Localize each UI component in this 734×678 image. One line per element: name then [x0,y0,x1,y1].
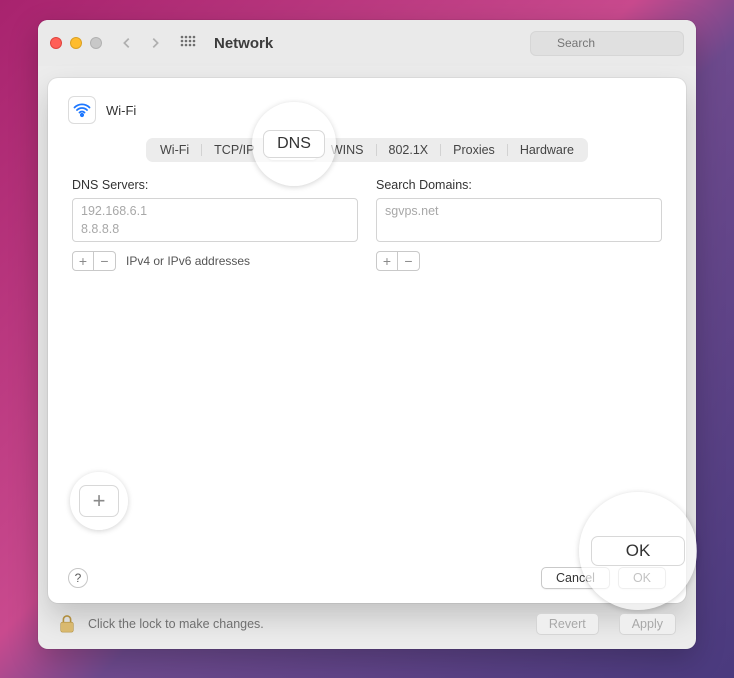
lock-hint-text: Click the lock to make changes. [88,617,264,631]
apply-button[interactable]: Apply [619,613,676,635]
tab-proxies[interactable]: Proxies [441,140,507,160]
show-all-icon[interactable] [180,35,196,51]
tab-dns[interactable]: DNS [267,140,317,160]
list-item[interactable]: 192.168.6.1 [81,202,349,220]
list-item[interactable]: sgvps.net [385,202,653,220]
tab-bar: Wi-Fi TCP/IP DNS WINS 802.1X Proxies Har… [146,138,588,162]
list-item[interactable]: 8.8.8.8 [81,220,349,238]
window-bottom-bar: Click the lock to make changes. Revert A… [58,613,676,635]
tab-hardware[interactable]: Hardware [508,140,586,160]
nav-back-icon[interactable] [120,36,134,50]
nav-forward-icon[interactable] [148,36,162,50]
titlebar: Network [38,20,696,66]
dns-hint-text: IPv4 or IPv6 addresses [126,254,250,268]
traffic-lights [50,37,102,49]
help-button[interactable]: ? [68,568,88,588]
search-domains-list[interactable]: sgvps.net [376,198,662,242]
zoom-window-button [90,37,102,49]
dns-servers-label: DNS Servers: [72,178,358,192]
search-domains-label: Search Domains: [376,178,662,192]
dns-remove-button[interactable]: − [94,251,116,271]
tab-wins[interactable]: WINS [319,140,376,160]
system-preferences-window: Network Wi-Fi Wi-Fi TCP/IP [38,20,696,649]
close-window-button[interactable] [50,37,62,49]
domain-remove-button[interactable]: − [398,251,420,271]
tab-8021x[interactable]: 802.1X [377,140,441,160]
search-input[interactable] [530,31,684,56]
revert-button[interactable]: Revert [536,613,599,635]
tab-tcpip[interactable]: TCP/IP [202,140,266,160]
network-advanced-sheet: Wi-Fi Wi-Fi TCP/IP DNS WINS 802.1X Proxi… [48,78,686,603]
ok-button[interactable]: OK [618,567,666,589]
dns-add-button[interactable]: + [72,251,94,271]
cancel-button[interactable]: Cancel [541,567,610,589]
lock-icon[interactable] [58,614,76,634]
minimize-window-button[interactable] [70,37,82,49]
dns-servers-list[interactable]: 192.168.6.1 8.8.8.8 [72,198,358,242]
nav-arrows [120,36,162,50]
domain-add-button[interactable]: + [376,251,398,271]
wifi-icon [68,96,96,124]
window-title: Network [214,35,273,52]
interface-name: Wi-Fi [106,103,136,118]
tab-wifi[interactable]: Wi-Fi [148,140,201,160]
